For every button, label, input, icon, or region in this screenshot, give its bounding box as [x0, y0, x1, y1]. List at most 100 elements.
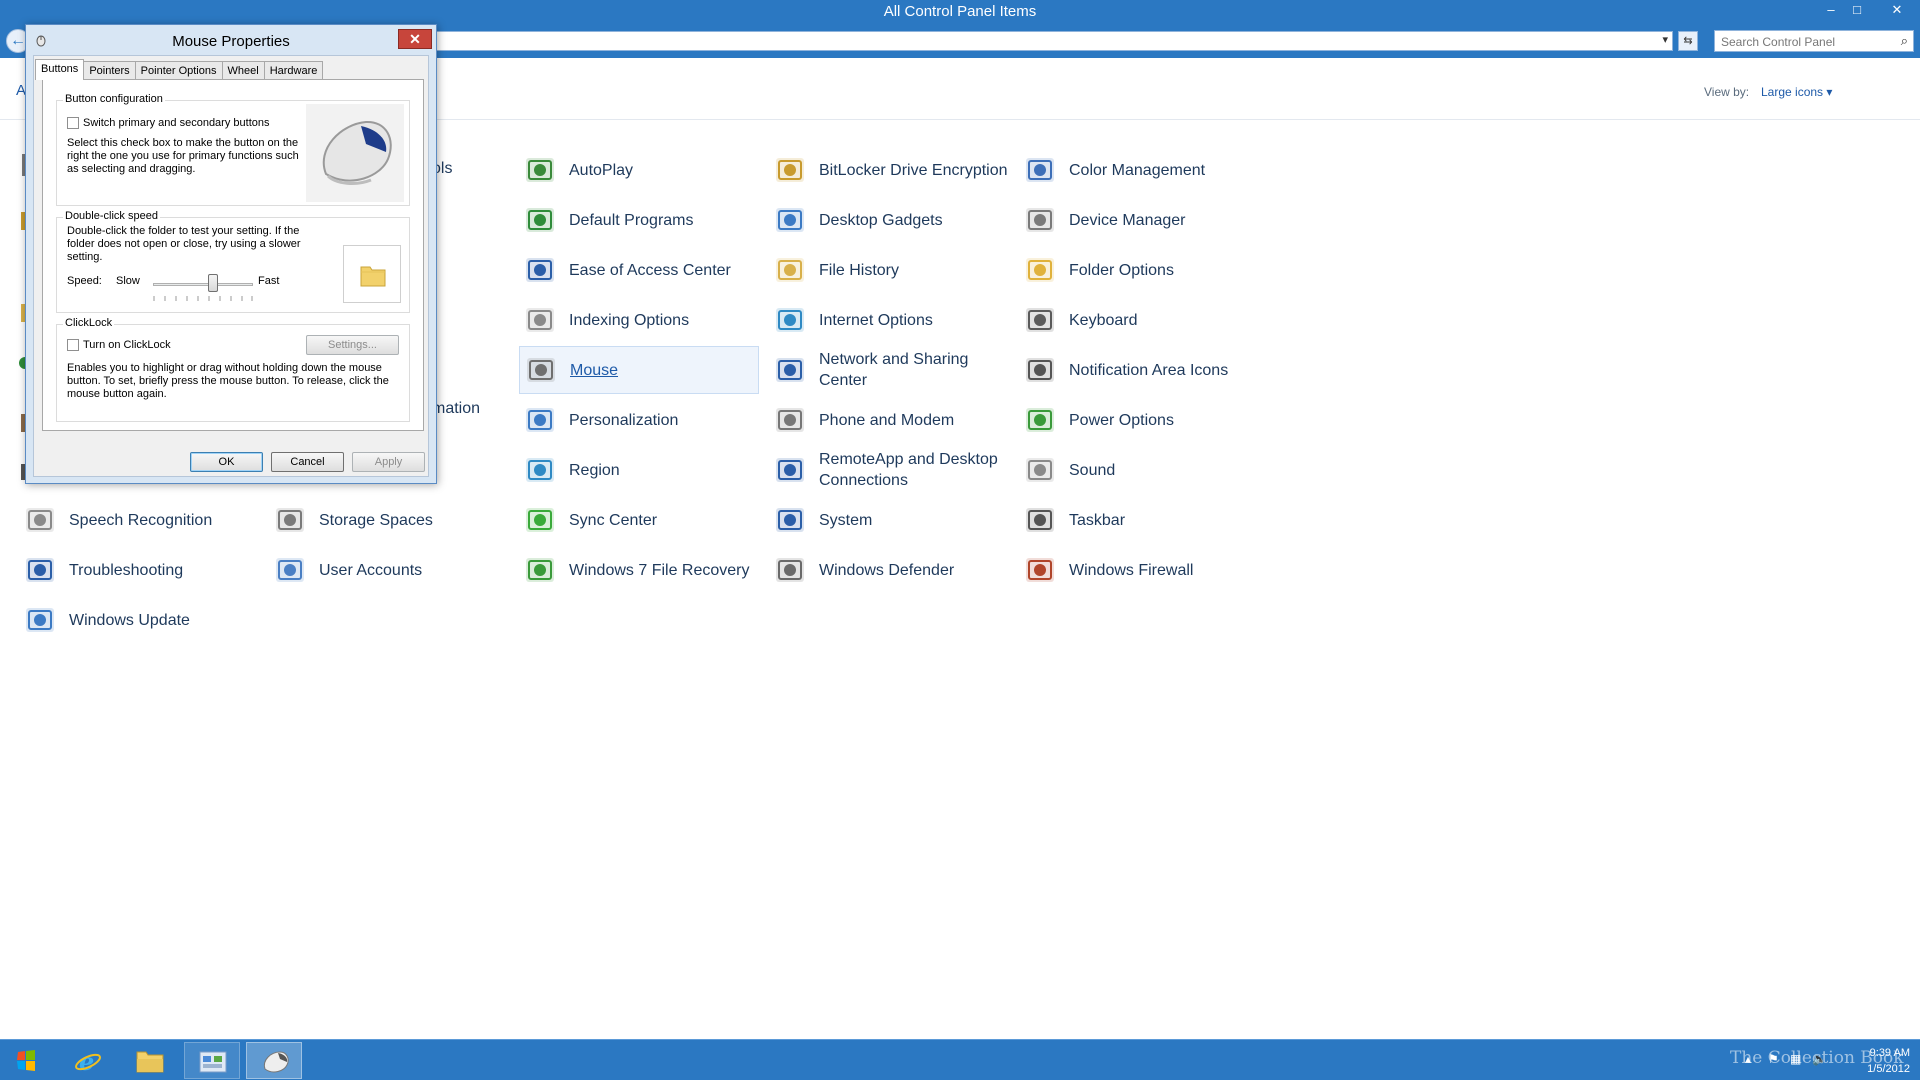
- clicklock-settings-button[interactable]: Settings...: [306, 335, 399, 355]
- clicklock-label[interactable]: Turn on ClickLock: [83, 339, 171, 352]
- switch-buttons-checkbox[interactable]: [67, 117, 79, 129]
- clicklock-checkbox[interactable]: [67, 339, 79, 351]
- switch-buttons-label[interactable]: Switch primary and secondary buttons: [83, 117, 269, 130]
- cp-item-folder-options[interactable]: Folder Options: [1019, 246, 1259, 294]
- search-icon[interactable]: ⌕: [1901, 33, 1908, 49]
- cp-item-label: RemoteApp and Desktop Connections: [819, 451, 998, 489]
- clicklock-description: Enables you to highlight or drag without…: [67, 362, 389, 400]
- cp-item-windows-update[interactable]: Windows Update: [19, 596, 259, 644]
- dialog-close-button[interactable]: ✕: [398, 29, 432, 49]
- cp-item-region[interactable]: Region: [519, 446, 759, 494]
- speaker-icon[interactable]: 🔈: [1812, 1052, 1827, 1066]
- refresh-icon[interactable]: ⇆: [1678, 31, 1698, 51]
- internet-options-icon: [776, 308, 804, 332]
- indexing-options-icon: [526, 308, 554, 332]
- bitlocker-icon: [776, 158, 804, 182]
- cp-item-label: Windows 7 File Recovery: [569, 561, 750, 579]
- cp-item-label: File History: [819, 261, 900, 279]
- cp-item-phone-and-modem[interactable]: Phone and Modem: [769, 396, 1009, 444]
- cp-item-file-history[interactable]: File History: [769, 246, 1009, 294]
- cp-item-power-options[interactable]: Power Options: [1019, 396, 1259, 444]
- cp-item-label: Power Options: [1069, 411, 1174, 429]
- cp-item-user-accounts[interactable]: User Accounts: [269, 546, 509, 594]
- cp-item-remoteapp-and-desktop-connections[interactable]: RemoteApp and Desktop Connections: [769, 446, 1009, 494]
- cp-item-indexing-options[interactable]: Indexing Options: [519, 296, 759, 344]
- chevron-down-icon[interactable]: ▾: [1662, 33, 1668, 46]
- cp-item-notification-area-icons[interactable]: Notification Area Icons: [1019, 346, 1259, 394]
- window-titlebar: All Control Panel Items – □ ✕: [0, 0, 1920, 24]
- control-panel-icon: [199, 1051, 227, 1073]
- speed-label: Speed:: [67, 275, 102, 287]
- cp-item-storage-spaces[interactable]: Storage Spaces: [269, 496, 509, 544]
- test-folder-area[interactable]: [343, 245, 401, 303]
- taskbar-internet-explorer[interactable]: e: [60, 1042, 116, 1079]
- cp-item-label: Mouse: [570, 361, 619, 379]
- dialog-titlebar[interactable]: Mouse Properties ✕: [26, 25, 436, 55]
- cp-item-autoplay[interactable]: AutoPlay: [519, 146, 759, 194]
- maximize-button[interactable]: □: [1844, 0, 1870, 20]
- windows-defender-icon: [776, 558, 804, 582]
- cp-item-label: Sync Center: [569, 511, 658, 529]
- tray-clock[interactable]: 9:39 AM 1/5/2012: [1840, 1045, 1910, 1077]
- cp-item-ease-of-access-center[interactable]: Ease of Access Center: [519, 246, 759, 294]
- storage-spaces-icon: [276, 508, 304, 532]
- tab-pointers[interactable]: Pointers: [83, 61, 136, 79]
- keyboard-icon: [1026, 308, 1054, 332]
- cp-item-windows-defender[interactable]: Windows Defender: [769, 546, 1009, 594]
- mouse-properties-dialog: Mouse Properties ✕ Buttons Pointers Poin…: [25, 24, 437, 484]
- tab-pointer-options[interactable]: Pointer Options: [134, 61, 223, 79]
- cp-item-troubleshooting[interactable]: Troubleshooting: [19, 546, 259, 594]
- cp-item-windows-7-file-recovery[interactable]: Windows 7 File Recovery: [519, 546, 759, 594]
- cp-item-bitlocker-drive-encryption[interactable]: BitLocker Drive Encryption: [769, 146, 1009, 194]
- cp-item-desktop-gadgets[interactable]: Desktop Gadgets: [769, 196, 1009, 244]
- start-icon[interactable]: [6, 1044, 46, 1078]
- search-input[interactable]: Search Control Panel ⌕: [1714, 30, 1914, 52]
- taskbar-mouse-properties[interactable]: [246, 1042, 302, 1079]
- folder-icon[interactable]: [358, 260, 388, 290]
- cp-item-label: Speech Recognition: [69, 511, 213, 529]
- speed-slider-thumb[interactable]: [208, 274, 218, 292]
- cp-item-speech-recognition[interactable]: Speech Recognition: [19, 496, 259, 544]
- file-recovery-icon: [526, 558, 554, 582]
- cp-item-sound[interactable]: Sound: [1019, 446, 1259, 494]
- minimize-button[interactable]: –: [1818, 0, 1844, 20]
- folder-icon: [136, 1051, 164, 1073]
- tray-chevron-icon[interactable]: ▴: [1745, 1052, 1751, 1066]
- color-management-icon: [1026, 158, 1054, 182]
- cp-item-network-and-sharing-center[interactable]: Network and Sharing Center: [769, 346, 1009, 394]
- tab-panel-buttons: Button configuration Switch primary and …: [42, 79, 424, 431]
- cp-item-device-manager[interactable]: Device Manager: [1019, 196, 1259, 244]
- cp-item-mouse[interactable]: Mouse: [519, 346, 759, 394]
- cp-item-sync-center[interactable]: Sync Center: [519, 496, 759, 544]
- cp-item-system[interactable]: System: [769, 496, 1009, 544]
- cp-item-personalization[interactable]: Personalization: [519, 396, 759, 444]
- double-click-description: Double-click the folder to test your set…: [67, 225, 301, 263]
- ease-of-access-icon: [526, 258, 554, 282]
- troubleshooting-icon: [26, 558, 54, 582]
- network-icon[interactable]: ▦: [1790, 1052, 1801, 1066]
- partial-item-label[interactable]: mation: [432, 400, 480, 418]
- ok-button[interactable]: OK: [190, 452, 263, 472]
- apply-button[interactable]: Apply: [352, 452, 425, 472]
- flag-icon[interactable]: ⚑: [1768, 1052, 1779, 1066]
- taskbar-file-explorer[interactable]: [122, 1042, 178, 1079]
- cp-item-label: Storage Spaces: [319, 511, 433, 529]
- tab-wheel[interactable]: Wheel: [221, 61, 265, 79]
- close-button[interactable]: ✕: [1882, 0, 1912, 20]
- cancel-button[interactable]: Cancel: [271, 452, 344, 472]
- cp-item-windows-firewall[interactable]: Windows Firewall: [1019, 546, 1259, 594]
- tab-hardware[interactable]: Hardware: [263, 61, 324, 79]
- tab-buttons[interactable]: Buttons: [35, 59, 85, 80]
- cp-item-keyboard[interactable]: Keyboard: [1019, 296, 1259, 344]
- network-sharing-icon: [776, 358, 804, 382]
- speed-slider-track[interactable]: [153, 283, 253, 286]
- cp-item-internet-options[interactable]: Internet Options: [769, 296, 1009, 344]
- taskbar-control-panel[interactable]: [184, 1042, 240, 1079]
- cp-item-label: Notification Area Icons: [1069, 361, 1229, 379]
- cp-item-color-management[interactable]: Color Management: [1019, 146, 1259, 194]
- cp-item-default-programs[interactable]: Default Programs: [519, 196, 759, 244]
- slow-label: Slow: [116, 275, 140, 287]
- cp-item-taskbar[interactable]: Taskbar: [1019, 496, 1259, 544]
- view-by-dropdown[interactable]: Large icons ▾: [1761, 85, 1832, 99]
- clock-date: 1/5/2012: [1867, 1063, 1910, 1075]
